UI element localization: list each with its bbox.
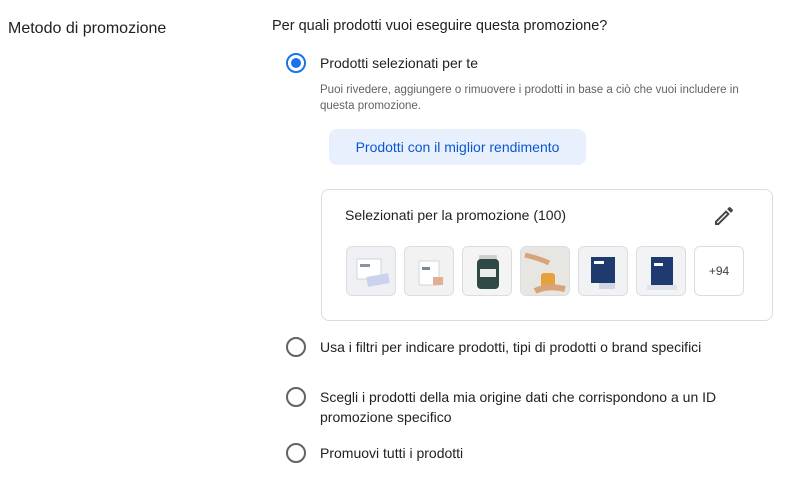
option-label: Usa i filtri per indicare prodotti, tipi… <box>320 339 702 355</box>
option-label: Prodotti selezionati per te <box>320 55 478 71</box>
product-thumbnail[interactable] <box>404 246 454 296</box>
product-thumbnail[interactable] <box>578 246 628 296</box>
radio-button[interactable] <box>286 337 306 357</box>
product-thumbnail[interactable] <box>636 246 686 296</box>
product-thumbnail[interactable] <box>462 246 512 296</box>
more-products-count[interactable]: +94 <box>694 246 744 296</box>
radio-button-checked[interactable] <box>286 53 306 73</box>
section-label: Metodo di promozione <box>8 20 167 37</box>
radio-option-promotion-id[interactable]: Scegli i prodotti della mia origine dati… <box>286 387 750 427</box>
best-performing-products-chip[interactable]: Prodotti con il miglior rendimento <box>329 129 586 165</box>
radio-option-use-filters[interactable]: Usa i filtri per indicare prodotti, tipi… <box>286 337 701 357</box>
question-heading: Per quali prodotti vuoi eseguire questa … <box>272 18 608 34</box>
product-thumbnail[interactable] <box>520 246 570 296</box>
radio-button[interactable] <box>286 387 306 407</box>
selected-products-card: Selezionati per la promozione (100) +94 <box>321 189 773 321</box>
option-helper-text: Puoi rivedere, aggiungere o rimuovere i … <box>320 84 739 112</box>
option-label: Scegli i prodotti della mia origine dati… <box>320 389 717 425</box>
radio-option-selected-for-you[interactable]: Prodotti selezionati per te <box>286 53 478 73</box>
radio-option-all-products[interactable]: Promuovi tutti i prodotti <box>286 443 463 463</box>
selected-products-title: Selezionati per la promozione (100) <box>345 207 567 223</box>
radio-button[interactable] <box>286 443 306 463</box>
product-thumbnail[interactable] <box>346 246 396 296</box>
product-thumbnails: +94 <box>346 246 752 296</box>
option-label: Promuovi tutti i prodotti <box>320 445 464 461</box>
pencil-icon[interactable] <box>712 204 736 228</box>
